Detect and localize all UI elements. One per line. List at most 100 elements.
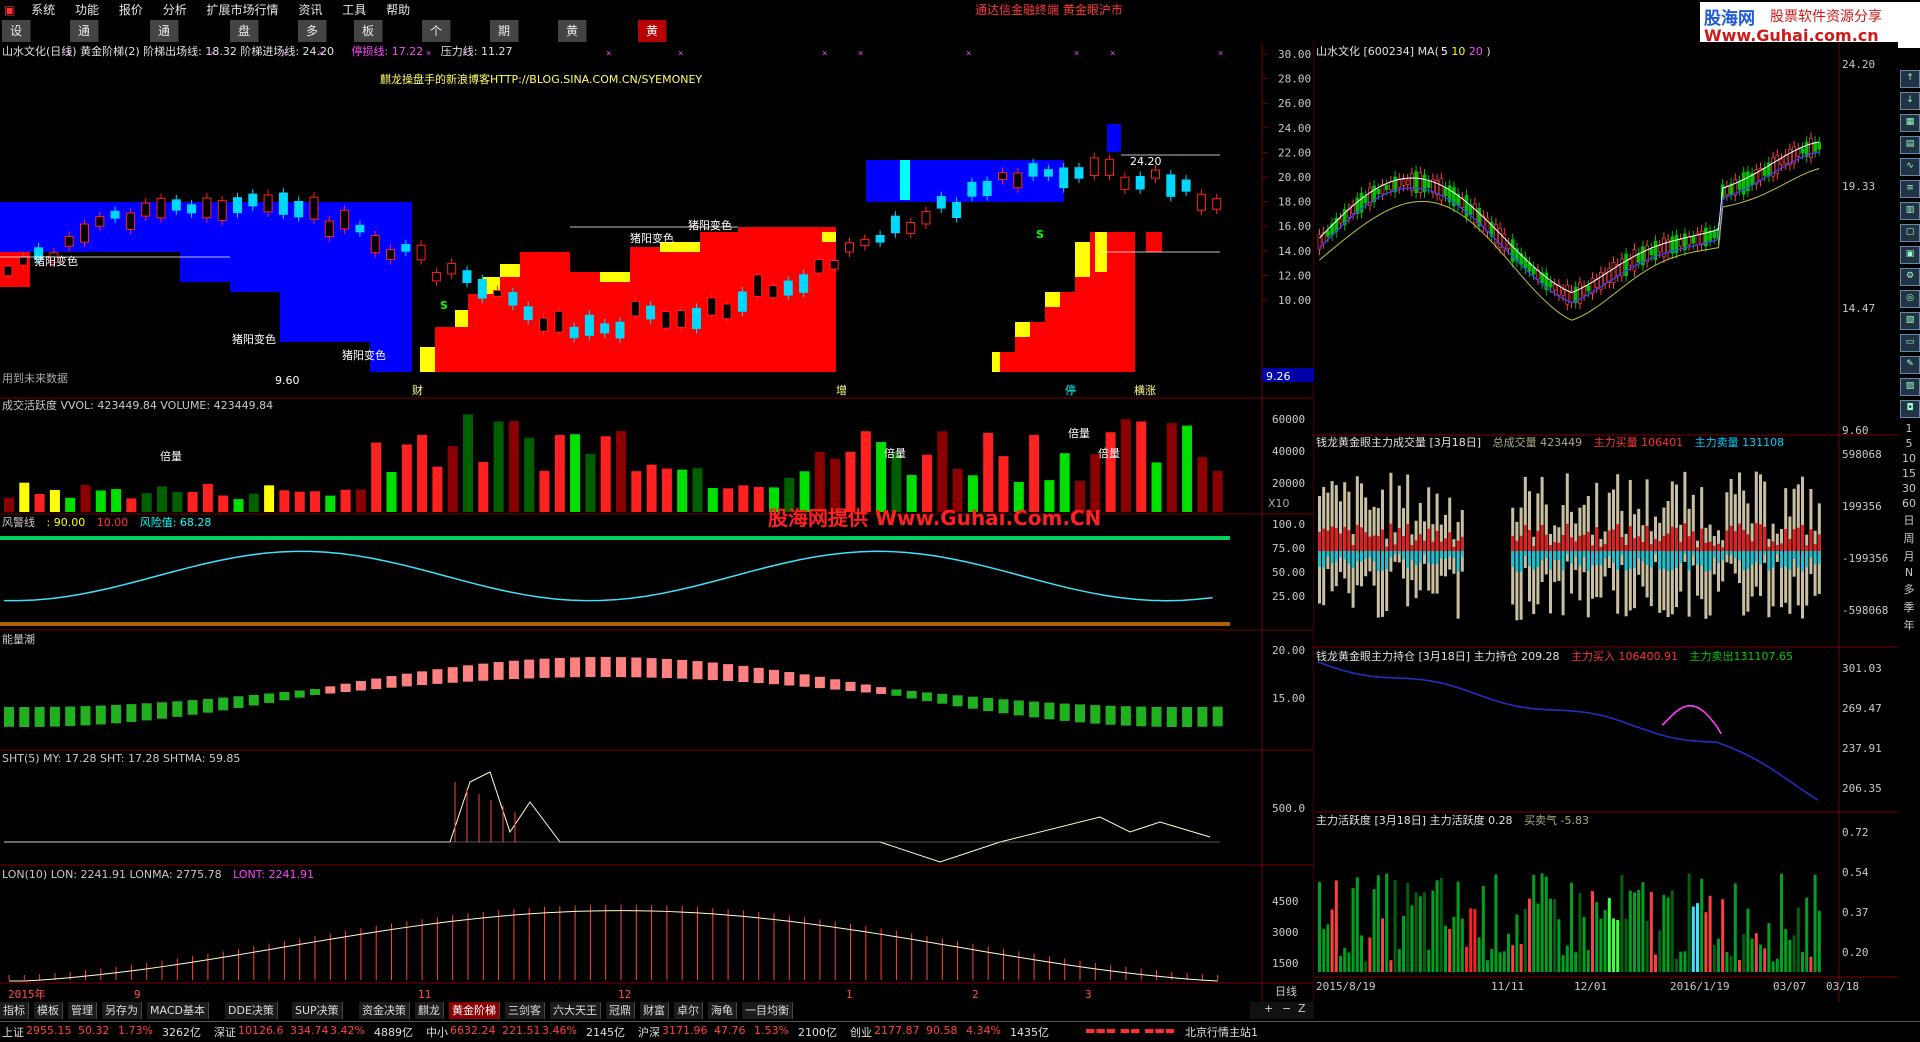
chart-icon[interactable]: ∿ xyxy=(1900,158,1920,176)
volume-bar xyxy=(310,491,320,512)
tab-futures-link[interactable]: 期股联动 xyxy=(490,20,520,104)
candle-body xyxy=(799,274,809,293)
box-icon[interactable]: ▣ xyxy=(1900,246,1920,264)
activity-bar xyxy=(1780,873,1783,972)
energy-bar xyxy=(141,703,152,721)
activity-bar xyxy=(1687,873,1691,972)
indicator-tab-15[interactable]: 海龟 xyxy=(708,1002,737,1019)
compass-icon[interactable]: ◎ xyxy=(1900,290,1920,308)
indicator-tab-16[interactable]: 一目均衡 xyxy=(742,1002,793,1019)
indicator-tab-6[interactable]: SUP决策 xyxy=(292,1002,343,1019)
tab-watch[interactable]: 通达信看盘 xyxy=(150,20,180,126)
zoom-controls: + − Z xyxy=(1250,1002,1314,1019)
indicator-tab-7[interactable]: 资金决策 xyxy=(359,1002,410,1019)
indicator-tab-0[interactable]: 指标 xyxy=(0,1002,29,1019)
kline-body xyxy=(1389,181,1393,191)
tab-intraday-monitor[interactable]: 盘中监测 xyxy=(230,20,260,104)
document-icon[interactable]: ▢ xyxy=(1900,224,1920,242)
menu-extended-market[interactable]: 扩展市场行情 xyxy=(199,0,287,20)
activity-bar xyxy=(1805,897,1809,972)
window-icon[interactable]: ▭ xyxy=(1900,334,1920,352)
list-icon[interactable]: ≡ xyxy=(1900,180,1920,198)
grid-icon[interactable]: ▦ xyxy=(1900,114,1920,132)
tab-layout-settings[interactable]: 设置版面 xyxy=(2,20,32,104)
tab-golden-eye-sz[interactable]: 黄金眼深市 xyxy=(558,20,588,126)
restore-icon[interactable]: Z xyxy=(1298,1002,1306,1015)
stack-icon[interactable]: ▧ xyxy=(1900,312,1920,330)
period-button-3[interactable]: 15 xyxy=(1898,467,1920,480)
indicator-tab-4[interactable]: MACD基本 xyxy=(147,1002,209,1019)
energy-bar xyxy=(554,657,565,678)
indicator-tab-9[interactable]: 黄金阶梯 xyxy=(449,1002,500,1019)
zoom-out-icon[interactable]: − xyxy=(1282,1002,1291,1015)
period-button-10[interactable]: 多 xyxy=(1898,581,1920,597)
period-label[interactable]: 日线 xyxy=(1275,985,1297,999)
period-button-12[interactable]: 年 xyxy=(1898,617,1920,633)
bar-chart-icon[interactable]: ▥ xyxy=(1900,202,1920,220)
period-button-5[interactable]: 60 xyxy=(1898,497,1920,510)
main-buy-bar xyxy=(1393,544,1397,551)
period-button-6[interactable]: 日 xyxy=(1898,512,1920,528)
period-button-2[interactable]: 10 xyxy=(1898,452,1920,465)
indicator-tab-8[interactable]: 麒龙 xyxy=(415,1002,444,1019)
indicator-tab-1[interactable]: 模板 xyxy=(34,1002,63,1019)
tab-bull-eagle[interactable]: 多头鹰 xyxy=(298,20,328,82)
menu-system[interactable]: 系统 xyxy=(23,0,63,20)
main-sell-bar xyxy=(1654,551,1657,555)
indicator-tab-11[interactable]: 六大天王 xyxy=(550,1002,601,1019)
future-data-note: 用到未来数据 xyxy=(2,372,68,385)
period-button-8[interactable]: 月 xyxy=(1898,548,1920,564)
table-icon[interactable]: ▤ xyxy=(1900,136,1920,154)
arrow-up-icon[interactable]: ↑ xyxy=(1900,70,1920,88)
indicator-tab-2[interactable]: 管理 xyxy=(68,1002,97,1019)
image-icon[interactable]: ▨ xyxy=(1900,378,1920,396)
indicator-tab-5[interactable]: DDE决策 xyxy=(225,1002,278,1019)
tab-sector-link[interactable]: 板块联动 xyxy=(354,20,384,104)
main-buy-bar xyxy=(1549,545,1552,551)
menu-analysis[interactable]: 分析 xyxy=(155,0,195,20)
period-button-1[interactable]: 5 xyxy=(1898,437,1920,450)
menu-news[interactable]: 资讯 xyxy=(290,0,330,20)
main-buy-bar xyxy=(1796,527,1800,551)
energy-bar xyxy=(1059,703,1070,721)
lock-icon[interactable]: ◘ xyxy=(1900,400,1920,418)
main-sell-bar xyxy=(1649,551,1653,568)
period-button-0[interactable]: 1 xyxy=(1898,422,1920,435)
period-button-9[interactable]: N xyxy=(1898,566,1920,579)
main-sell-bar xyxy=(1738,551,1741,561)
menu-function[interactable]: 功能 xyxy=(67,0,107,20)
tab-stock-link[interactable]: 个股联动 xyxy=(422,20,452,104)
main-legend-pressure: 压力线: 11.27 xyxy=(440,45,513,58)
activity-bar xyxy=(1759,944,1762,972)
pencil-icon[interactable]: ✎ xyxy=(1900,356,1920,374)
settings-icon[interactable]: ⚙ xyxy=(1900,268,1920,286)
main-buy-bar xyxy=(1557,542,1561,551)
period-button-11[interactable]: 季 xyxy=(1898,599,1920,615)
indicator-tab-13[interactable]: 财富 xyxy=(640,1002,669,1019)
arrow-down-icon[interactable]: ↓ xyxy=(1900,92,1920,110)
menu-tools[interactable]: 工具 xyxy=(334,0,374,20)
main-sell-bar xyxy=(1603,551,1607,559)
candle-body xyxy=(1089,157,1099,177)
menu-quote[interactable]: 报价 xyxy=(111,0,151,20)
tab-golden-eye-sh[interactable]: 黄金眼沪市 xyxy=(638,20,668,126)
activity-bar xyxy=(1528,898,1531,972)
breadth-bars: ▬▬▬ ▬▬ ▬▬▬ xyxy=(1085,1024,1176,1037)
tab-overview[interactable]: 通达信全景 xyxy=(70,20,100,126)
lon-legend-main: LON(10) LON: 2241.91 LONMA: 2775.78 xyxy=(2,868,222,881)
sell-signal-s: S xyxy=(440,299,448,312)
volume-bar xyxy=(677,469,688,512)
indicator-tab-3[interactable]: 另存为 xyxy=(102,1002,142,1019)
zoom-in-icon[interactable]: + xyxy=(1264,1002,1273,1015)
right-side-charts[interactable] xyxy=(1314,42,1898,1002)
period-button-7[interactable]: 周 xyxy=(1898,530,1920,546)
indicator-tab-12[interactable]: 冠鼎 xyxy=(606,1002,635,1019)
indicator-tab-14[interactable]: 卓尔 xyxy=(674,1002,703,1019)
main-buy-bar xyxy=(1595,527,1599,551)
indicator-tab-10[interactable]: 三剑客 xyxy=(505,1002,545,1019)
app-logo-icon[interactable]: ▣ xyxy=(0,0,19,20)
main-sell-bar xyxy=(1544,551,1548,559)
menu-help[interactable]: 帮助 xyxy=(378,0,418,20)
activity-bar xyxy=(1351,888,1355,972)
period-button-4[interactable]: 30 xyxy=(1898,482,1920,495)
